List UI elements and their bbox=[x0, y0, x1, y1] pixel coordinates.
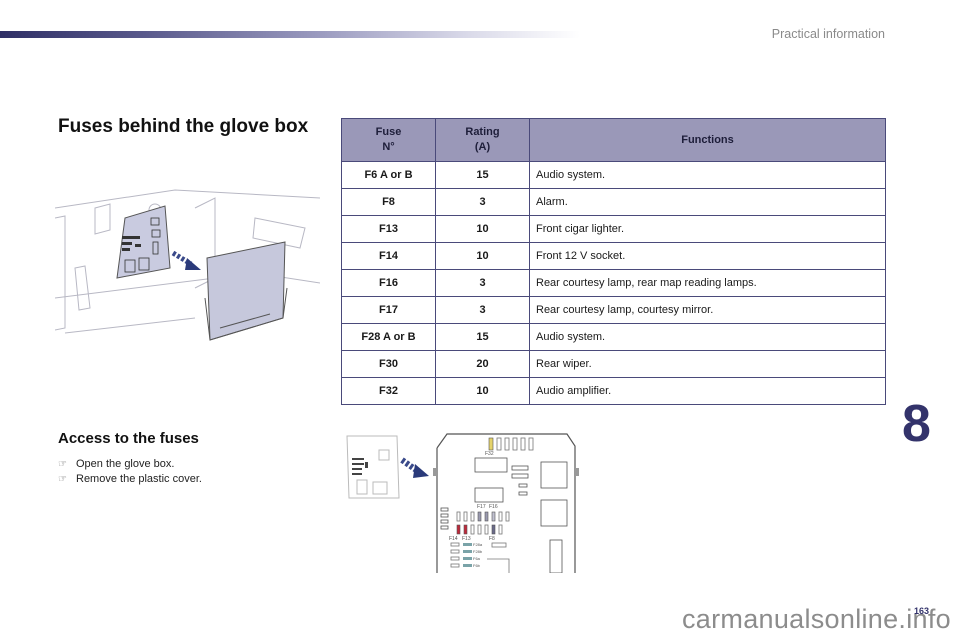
table-row: F28 A or B 15 Audio system. bbox=[341, 323, 886, 351]
table-row: F17 3 Rear courtesy lamp, courtesy mirro… bbox=[341, 296, 886, 324]
function-cell: Audio system. bbox=[529, 161, 886, 189]
table-row: F6 A or B 15 Audio system. bbox=[341, 161, 886, 189]
page-title: Fuses behind the glove box bbox=[58, 116, 309, 137]
rating-cell: 10 bbox=[435, 242, 530, 270]
function-cell: Audio amplifier. bbox=[529, 377, 886, 405]
page-number: 163 bbox=[914, 606, 930, 616]
rating-cell: 3 bbox=[435, 296, 530, 324]
function-cell: Audio system. bbox=[529, 323, 886, 351]
arrow-icon bbox=[171, 250, 201, 270]
column-header-fuse: Fuse N° bbox=[341, 118, 436, 162]
function-cell: Rear courtesy lamp, courtesy mirror. bbox=[529, 296, 886, 324]
fuse-label-f32: F32 bbox=[485, 451, 494, 457]
rating-cell: 20 bbox=[435, 350, 530, 378]
fuse-table: Fuse N° Rating (A) Functions F6 A or B 15 … bbox=[341, 118, 886, 405]
column-header-rating: Rating (A) bbox=[435, 118, 530, 162]
fuse-cell: F28 A or B bbox=[341, 323, 436, 351]
fuse-label-f6a: F6a bbox=[473, 556, 481, 561]
function-cell: Front cigar lighter. bbox=[529, 215, 886, 243]
table-row: F16 3 Rear courtesy lamp, rear map readi… bbox=[341, 269, 886, 297]
fuse-label-f17: F17 bbox=[477, 504, 486, 510]
rating-cell: 10 bbox=[435, 215, 530, 243]
function-cell: Alarm. bbox=[529, 188, 886, 216]
fuse-label-f13: F13 bbox=[462, 536, 471, 542]
fuse-label-f16: F16 bbox=[489, 504, 498, 510]
fuse-label-f28a: F28a bbox=[473, 542, 483, 547]
rating-cell: 3 bbox=[435, 269, 530, 297]
fuse-label-f28b: F28b bbox=[473, 549, 483, 554]
access-heading: Access to the fuses bbox=[58, 430, 199, 447]
rating-cell: 15 bbox=[435, 161, 530, 189]
function-cell: Rear courtesy lamp, rear map reading lam… bbox=[529, 269, 886, 297]
step-item: ☞ Remove the plastic cover. bbox=[58, 472, 202, 487]
fuse-cell: F16 bbox=[341, 269, 436, 297]
table-row: F14 10 Front 12 V socket. bbox=[341, 242, 886, 270]
pointing-hand-icon: ☞ bbox=[58, 474, 67, 485]
watermark: carmanualsonline.info bbox=[682, 604, 951, 634]
fuse-cell: F8 bbox=[341, 188, 436, 216]
plastic-cover bbox=[206, 241, 286, 341]
fuse-label-f6b: F6b bbox=[473, 563, 481, 568]
table-header-row: Fuse N° Rating (A) Functions bbox=[341, 118, 886, 162]
function-cell: Rear wiper. bbox=[529, 350, 886, 378]
fuse-cell: F6 A or B bbox=[341, 161, 436, 189]
rating-cell: 15 bbox=[435, 323, 530, 351]
chapter-number: 8 bbox=[902, 395, 931, 453]
fuse-cell: F13 bbox=[341, 215, 436, 243]
fuse-cell: F32 bbox=[341, 377, 436, 405]
fuse-label-f14: F14 bbox=[449, 536, 458, 542]
access-steps: ☞ Open the glove box. ☞ Remove the plast… bbox=[58, 457, 202, 487]
fuse-cell: F17 bbox=[341, 296, 436, 324]
pointing-hand-icon: ☞ bbox=[58, 459, 67, 470]
fusebox-diagram: F32 F17 F16 F14 F13 F8 F28a F28b F6a F6b bbox=[346, 433, 579, 573]
fuse-cell: F30 bbox=[341, 350, 436, 378]
section-title-header: Practical information bbox=[771, 27, 885, 41]
glovebox-illustration bbox=[55, 189, 320, 341]
table-row: F32 10 Audio amplifier. bbox=[341, 377, 886, 405]
rating-cell: 10 bbox=[435, 377, 530, 405]
column-header-functions: Functions bbox=[529, 118, 886, 162]
table-row: F8 3 Alarm. bbox=[341, 188, 886, 216]
rating-cell: 3 bbox=[435, 188, 530, 216]
table-row: F13 10 Front cigar lighter. bbox=[341, 215, 886, 243]
step-text: Remove the plastic cover. bbox=[76, 473, 202, 485]
fuse-label-f8: F8 bbox=[489, 536, 495, 542]
table-row: F30 20 Rear wiper. bbox=[341, 350, 886, 378]
arrow-icon bbox=[400, 457, 429, 478]
function-cell: Front 12 V socket. bbox=[529, 242, 886, 270]
header-gradient-bar bbox=[0, 31, 580, 38]
fusebox-thumbnail bbox=[346, 435, 400, 499]
step-text: Open the glove box. bbox=[76, 458, 175, 470]
fuse-cell: F14 bbox=[341, 242, 436, 270]
step-item: ☞ Open the glove box. bbox=[58, 457, 202, 472]
